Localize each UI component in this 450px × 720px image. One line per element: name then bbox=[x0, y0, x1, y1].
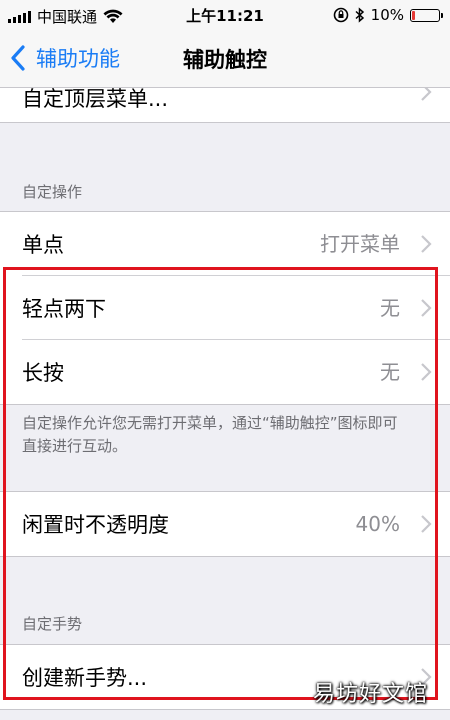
section-footer-custom-actions: 自定操作允许您无需打开菜单，通过“辅助触控”图标即可直接进行互动。 bbox=[22, 414, 398, 455]
divider bbox=[0, 404, 450, 405]
cell-label: 单点 bbox=[22, 233, 64, 257]
settings-list: 自定顶层菜单... 自定操作 单点 打开菜单 轻点两下 无 长按 无 自定操作允… bbox=[0, 88, 450, 720]
cell-label: 轻点两下 bbox=[22, 297, 106, 321]
cell-label: 闲置时不透明度 bbox=[22, 513, 169, 537]
divider bbox=[0, 709, 450, 710]
list-item-double-tap[interactable]: 轻点两下 无 bbox=[0, 276, 450, 340]
cell-value: 40% bbox=[355, 512, 400, 536]
battery-icon bbox=[410, 8, 443, 22]
status-bar: 中国联通 上午11:21 10% bbox=[0, 0, 450, 30]
divider bbox=[0, 556, 450, 557]
navigation-bar: 辅助功能 辅助触控 bbox=[0, 30, 450, 88]
section-header-custom-actions: 自定操作 bbox=[22, 183, 83, 201]
chevron-right-icon bbox=[421, 88, 432, 101]
divider bbox=[0, 122, 450, 123]
chevron-right-icon bbox=[421, 363, 432, 381]
cell-value: 打开菜单 bbox=[320, 232, 400, 256]
chevron-right-icon bbox=[421, 235, 432, 253]
list-item-long-press[interactable]: 长按 无 bbox=[0, 340, 450, 404]
rotation-lock-icon bbox=[333, 7, 348, 23]
watermark: 易坊好文馆 bbox=[312, 682, 428, 707]
custom-top-menu-item[interactable]: 自定顶层菜单... bbox=[0, 88, 450, 122]
cell-label: 长按 bbox=[22, 361, 64, 385]
cell-label: 创建新手势... bbox=[22, 666, 148, 690]
battery-level bbox=[412, 10, 415, 20]
status-right: 10% bbox=[333, 6, 443, 24]
list-item-idle-opacity[interactable]: 闲置时不透明度 40% bbox=[0, 492, 450, 556]
cell-label: 自定顶层菜单... bbox=[22, 88, 169, 111]
battery-percent: 10% bbox=[370, 6, 404, 24]
chevron-right-icon bbox=[421, 299, 432, 317]
page-title: 辅助触控 bbox=[183, 48, 267, 72]
list-item-single-tap[interactable]: 单点 打开菜单 bbox=[0, 212, 450, 276]
chevron-right-icon bbox=[421, 515, 432, 533]
cell-value: 无 bbox=[380, 296, 400, 320]
bluetooth-icon bbox=[355, 7, 364, 23]
section-header-custom-gestures: 自定手势 bbox=[22, 615, 83, 633]
cell-value: 无 bbox=[380, 360, 400, 384]
